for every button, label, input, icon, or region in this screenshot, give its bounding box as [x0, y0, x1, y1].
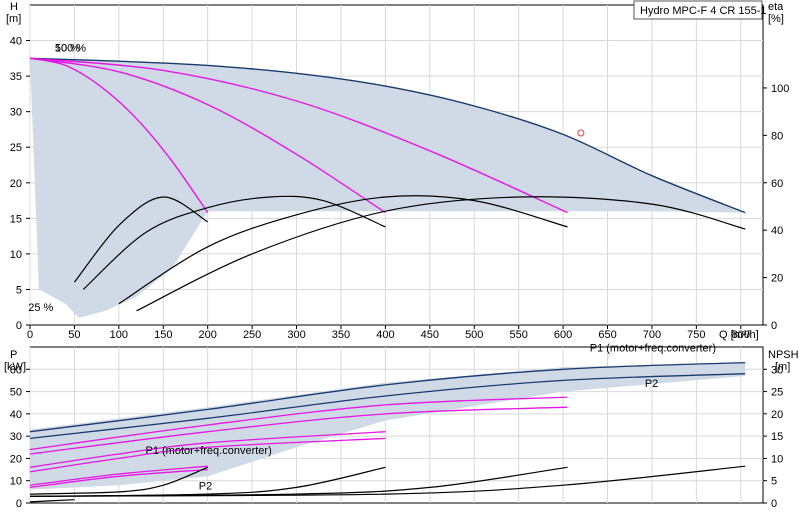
power-annotation-0: P1 (motor+freq.converter) — [146, 445, 272, 457]
npsh-axis-unit: [m] — [775, 361, 790, 373]
speed-label-50: 50 % — [55, 43, 80, 55]
x-tick-label: 300 — [287, 329, 305, 341]
eta-tick-label: 0 — [771, 320, 777, 332]
y-tick-label: 5 — [16, 284, 22, 296]
x-tick-label: 600 — [554, 329, 572, 341]
eta-tick-label: 100 — [771, 83, 789, 95]
npsh-tick-label: 25 — [771, 387, 783, 399]
power-annotation-3: P2 — [645, 378, 658, 390]
x-tick-label: 250 — [243, 329, 261, 341]
eta-tick-label: 40 — [771, 225, 783, 237]
npsh-tick-label: 0 — [771, 498, 777, 510]
eta-tick-label: 20 — [771, 273, 783, 285]
y-tick-label: 10 — [10, 249, 22, 261]
p-tick-label: 20 — [10, 453, 22, 465]
x-axis-label: Q [m³/h] — [719, 329, 759, 341]
y-tick-label: 15 — [10, 213, 22, 225]
x-tick-label: 200 — [199, 329, 217, 341]
p-tick-label: 0 — [16, 498, 22, 510]
h-axis-unit: [m] — [6, 13, 21, 25]
power-annotation-2: P1 (motor+freq.converter) — [590, 342, 716, 354]
eta-tick-label: 80 — [771, 130, 783, 142]
chart-title: Hydro MPC-F 4 CR 155-1 — [640, 5, 767, 17]
power-annotation-1: P2 — [199, 481, 212, 493]
y-tick-label: 35 — [10, 71, 22, 83]
p-tick-label: 50 — [10, 387, 22, 399]
y-tick-label: 40 — [10, 36, 22, 48]
y-tick-label: 30 — [10, 107, 22, 119]
x-tick-label: 500 — [465, 329, 483, 341]
x-tick-label: 350 — [332, 329, 350, 341]
p-axis-unit: [kW] — [4, 361, 26, 373]
npsh-tick-label: 5 — [771, 476, 777, 488]
x-tick-label: 650 — [598, 329, 616, 341]
x-tick-label: 0 — [27, 329, 33, 341]
y-tick-label: 25 — [10, 142, 22, 154]
x-tick-label: 50 — [68, 329, 80, 341]
x-tick-label: 400 — [376, 329, 394, 341]
x-tick-label: 150 — [154, 329, 172, 341]
p-tick-label: 40 — [10, 409, 22, 421]
y-tick-label: 0 — [16, 320, 22, 332]
npsh-tick-label: 15 — [771, 431, 783, 443]
npsh-axis-title: NPSH — [768, 349, 799, 361]
x-tick-label: 700 — [643, 329, 661, 341]
eta-tick-label: 60 — [771, 178, 783, 190]
speed-label-25: 25 % — [28, 302, 53, 314]
pump-performance-chart: 0 50 100 150 200 250 300 350 400 450 500 550 600 650 7… — [4, 0, 799, 510]
p-tick-label: 30 — [10, 431, 22, 443]
eta-axis-unit: [%] — [768, 13, 784, 25]
npsh-tick-label: 10 — [771, 453, 783, 465]
x-tick-label: 550 — [509, 329, 527, 341]
h-axis-title: H — [10, 1, 18, 13]
p-tick-label: 10 — [10, 476, 22, 488]
x-tick-label: 450 — [421, 329, 439, 341]
x-tick-label: 100 — [110, 329, 128, 341]
p-axis-title: P — [10, 349, 17, 361]
npsh-tick-label: 20 — [771, 409, 783, 421]
eta-axis-title: eta — [768, 1, 784, 13]
y-tick-label: 20 — [10, 178, 22, 190]
x-tick-label: 750 — [687, 329, 705, 341]
